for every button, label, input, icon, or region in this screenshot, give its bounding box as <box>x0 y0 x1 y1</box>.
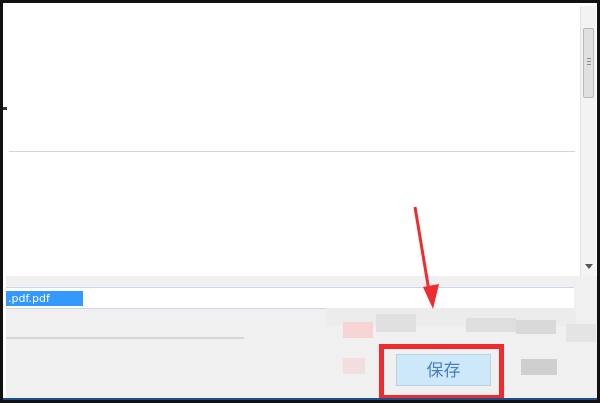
grip-line <box>587 58 591 59</box>
grip-line <box>587 61 591 62</box>
blurred-region <box>466 318 516 332</box>
dialog-footer: 保存 <box>6 276 597 400</box>
filename-field[interactable] <box>6 287 574 309</box>
vertical-scrollbar[interactable] <box>580 6 596 276</box>
file-list-pane[interactable] <box>6 6 580 276</box>
window-frame: 保存 <box>0 0 600 403</box>
cancel-button[interactable] <box>521 359 557 375</box>
blurred-region <box>343 322 373 338</box>
blurred-region <box>376 314 416 332</box>
blurred-region <box>566 324 596 342</box>
taskbar <box>3 398 597 400</box>
footer-rule <box>6 337 244 339</box>
divider <box>9 151 575 152</box>
chevron-down-icon[interactable] <box>585 264 593 269</box>
grip-line <box>587 64 591 65</box>
left-edge-mark <box>3 107 7 110</box>
blurred-region <box>516 320 556 334</box>
scrollbar-thumb[interactable] <box>583 28 594 98</box>
filename-input[interactable] <box>6 291 83 306</box>
save-button[interactable]: 保存 <box>396 354 491 386</box>
blurred-region <box>343 358 365 374</box>
